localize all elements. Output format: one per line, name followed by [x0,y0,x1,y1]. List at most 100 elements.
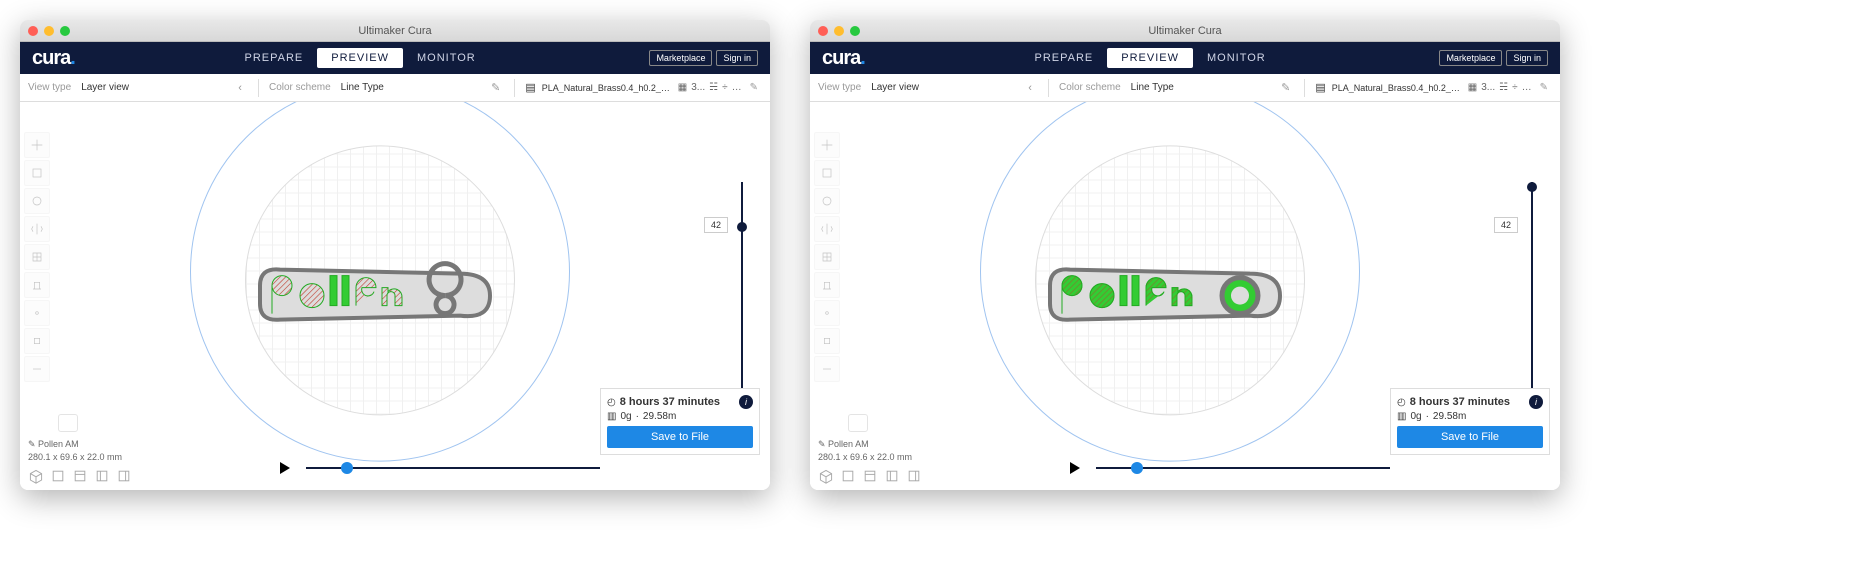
info-icon[interactable]: i [739,395,753,409]
close-icon[interactable] [818,26,828,36]
app-menubar: cura. PREPARE PREVIEW MONITOR Marketplac… [20,42,770,74]
sim-handle[interactable] [1131,462,1143,474]
marketplace-button[interactable]: Marketplace [1439,50,1502,66]
settings-icon-1[interactable]: ☵ [709,82,718,93]
view-top-icon[interactable] [72,468,88,484]
scale-tool[interactable] [814,160,840,186]
layer-icon[interactable]: ▦ [1468,82,1477,93]
chat-icon[interactable] [848,414,868,432]
left-toolbar [24,132,50,382]
mirror-tool[interactable] [24,216,50,242]
build-plate [160,112,600,490]
object-info: ✎ Pollen AM 280.1 x 69.6 x 22.0 mm [28,439,122,462]
sim-slider[interactable] [1070,460,1390,476]
settings-icon-3[interactable]: … [1522,82,1532,93]
tab-prepare[interactable]: PREPARE [1021,48,1108,68]
viewport[interactable]: 42 ◴ 8 hours 37 minutes i ▥ 0g · 29.58m … [20,102,770,490]
view-top-icon[interactable] [862,468,878,484]
sliced-model[interactable] [1040,256,1300,336]
view-left-icon[interactable] [884,468,900,484]
settings-icon-2[interactable]: ÷ [722,82,728,93]
color-scheme-value[interactable]: Line Type [341,82,384,93]
material-profile[interactable]: PLA_Natural_Brass0.4_h0.2_AC 0... [1332,83,1462,93]
edit-profile-icon[interactable]: ✎ [1536,82,1552,93]
tab-prepare[interactable]: PREPARE [231,48,318,68]
profile-extra[interactable]: 3... [1481,82,1495,93]
minimize-icon[interactable] [44,26,54,36]
sub-toolbar: View type Layer view ‹ Color scheme Line… [810,74,1560,102]
tool-8[interactable] [814,328,840,354]
edit-icon[interactable]: ✎ [1277,81,1294,94]
play-icon[interactable] [1070,462,1080,474]
move-tool[interactable] [814,132,840,158]
layer-icon[interactable]: ▦ [678,82,687,93]
view-right-icon[interactable] [116,468,132,484]
color-scheme-value[interactable]: Line Type [1131,82,1174,93]
mirror-tool[interactable] [814,216,840,242]
tab-monitor[interactable]: MONITOR [403,48,490,68]
stage-tabs: PREPARE PREVIEW MONITOR [231,48,490,68]
view-type-value[interactable]: Layer view [871,82,919,93]
edit-profile-icon[interactable]: ✎ [746,82,762,93]
chevron-left-icon[interactable]: ‹ [1022,82,1038,94]
settings-icon-3[interactable]: … [732,82,742,93]
tab-preview[interactable]: PREVIEW [1107,48,1193,68]
view-type-label: View type [818,82,861,93]
view-3d-icon[interactable] [28,468,44,484]
signin-button[interactable]: Sign in [716,50,758,66]
profile-extra[interactable]: 3... [691,82,705,93]
view-icons [818,468,922,484]
maximize-icon[interactable] [850,26,860,36]
chat-icon[interactable] [58,414,78,432]
window-controls [818,26,860,36]
view-type-label: View type [28,82,71,93]
maximize-icon[interactable] [60,26,70,36]
object-name: Pollen AM [38,439,79,449]
tool-7[interactable] [24,300,50,326]
tool-9[interactable] [814,356,840,382]
filament-icon: ▥ [607,411,616,422]
edit-icon[interactable]: ✎ [487,81,504,94]
chevron-left-icon[interactable]: ‹ [232,82,248,94]
tab-monitor[interactable]: MONITOR [1193,48,1280,68]
viewport[interactable]: 42 ◴ 8 hours 37 minutes i ▥ 0g · 29.58m … [810,102,1560,490]
save-to-file-button[interactable]: Save to File [607,426,753,448]
move-tool[interactable] [24,132,50,158]
play-icon[interactable] [280,462,290,474]
window-title: Ultimaker Cura [358,25,431,37]
mesh-tool[interactable] [814,244,840,270]
tool-9[interactable] [24,356,50,382]
view-right-icon[interactable] [906,468,922,484]
save-to-file-button[interactable]: Save to File [1397,426,1543,448]
close-icon[interactable] [28,26,38,36]
info-icon[interactable]: i [1529,395,1543,409]
scale-tool[interactable] [24,160,50,186]
rotate-tool[interactable] [814,188,840,214]
app-menubar: cura. PREPARE PREVIEW MONITOR Marketplac… [810,42,1560,74]
print-time: 8 hours 37 minutes [620,396,720,408]
tool-7[interactable] [814,300,840,326]
marketplace-button[interactable]: Marketplace [649,50,712,66]
settings-icon-1[interactable]: ☵ [1499,82,1508,93]
material-profile[interactable]: PLA_Natural_Brass0.4_h0.2_AC 0... [542,83,672,93]
rotate-tool[interactable] [24,188,50,214]
view-front-icon[interactable] [50,468,66,484]
view-left-icon[interactable] [94,468,110,484]
view-type-value[interactable]: Layer view [81,82,129,93]
support-tool[interactable] [24,272,50,298]
tool-8[interactable] [24,328,50,354]
sim-handle[interactable] [341,462,353,474]
minimize-icon[interactable] [834,26,844,36]
tab-preview[interactable]: PREVIEW [317,48,403,68]
sliced-model[interactable] [250,256,510,336]
mesh-tool[interactable] [24,244,50,270]
settings-icon-2[interactable]: ÷ [1512,82,1518,93]
sim-slider[interactable] [280,460,600,476]
support-tool[interactable] [814,272,840,298]
cura-window: Ultimaker Cura cura. PREPARE PREVIEW MON… [20,20,770,490]
signin-button[interactable]: Sign in [1506,50,1548,66]
view-front-icon[interactable] [840,468,856,484]
view-3d-icon[interactable] [818,468,834,484]
print-length: 29.58m [643,411,676,422]
filament-icon: ▥ [1397,411,1406,422]
